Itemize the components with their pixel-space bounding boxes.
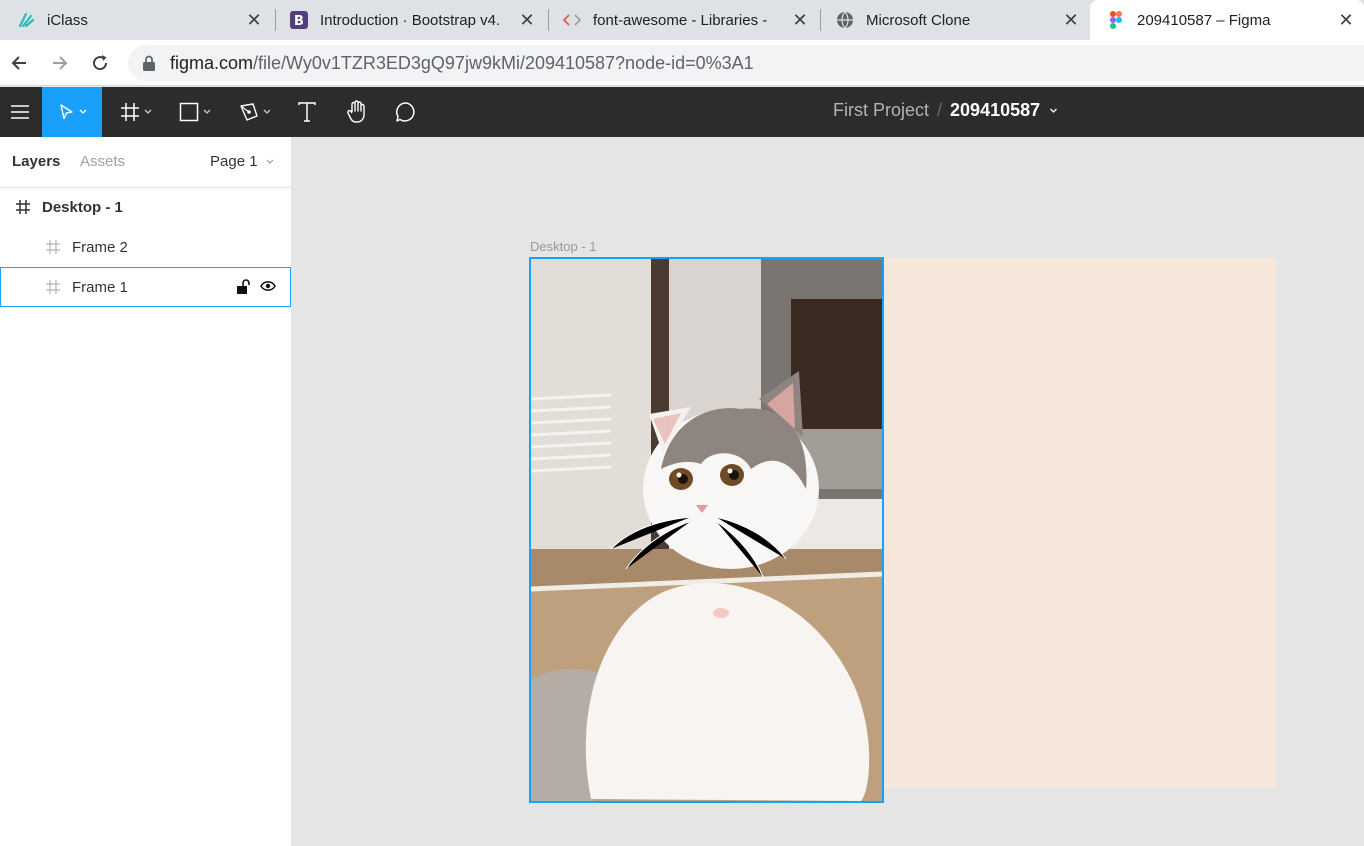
panel-tabs: Layers Assets Page 1: [0, 137, 291, 188]
lock-icon: [143, 55, 155, 71]
browser-tab-figma[interactable]: 209410587 – Figma ✕: [1090, 0, 1364, 40]
frame-1-cat-photo[interactable]: [529, 257, 884, 803]
tab-title: Microsoft Clone: [866, 11, 971, 29]
rectangle-icon: [179, 102, 199, 122]
browser-toolbar: figma.com/file/Wy0v1TZR3ED3gQ97jw9kMi/20…: [0, 40, 1364, 86]
globe-icon: [836, 11, 854, 29]
close-icon[interactable]: ✕: [517, 10, 537, 30]
chevron-down-icon: [79, 109, 87, 114]
figma-icon: [1107, 11, 1125, 29]
url-text: figma.com/file/Wy0v1TZR3ED3gQ97jw9kMi/20…: [170, 53, 754, 74]
svg-text:B: B: [294, 14, 304, 29]
url-host: figma.com: [170, 53, 254, 73]
main-menu-button[interactable]: [0, 87, 40, 137]
layer-name: Frame 2: [72, 238, 128, 256]
browser-tab-bootstrap[interactable]: B Introduction · Bootstrap v4. ✕: [273, 0, 545, 40]
tab-assets[interactable]: Assets: [80, 153, 125, 170]
frame-icon: [121, 103, 139, 121]
chevron-down-icon[interactable]: [1049, 108, 1058, 114]
menu-icon: [11, 105, 29, 119]
reload-button[interactable]: [88, 51, 112, 75]
browser-tab-font-awesome[interactable]: font-awesome - Libraries - ✕: [546, 0, 818, 40]
layers-panel: Layers Assets Page 1 Desktop - 1 Frame 2…: [0, 137, 292, 846]
project-name[interactable]: First Project: [833, 100, 929, 120]
forward-button[interactable]: [48, 51, 72, 75]
arrow-right-icon: [53, 56, 68, 70]
frame-icon: [46, 280, 60, 294]
text-icon: [298, 102, 316, 122]
bootstrap-icon: B: [290, 11, 308, 29]
code-icon: [563, 11, 581, 29]
layer-row-frame-2[interactable]: Frame 2: [0, 227, 291, 267]
hand-tool-button[interactable]: [338, 87, 376, 137]
chevron-down-icon: [266, 159, 274, 164]
page-selector-label: Page 1: [210, 153, 258, 170]
arrow-left-icon: [11, 56, 26, 70]
chevron-down-icon: [144, 109, 152, 114]
comment-icon: [396, 102, 415, 122]
frame-icon: [16, 200, 30, 214]
move-tool-button[interactable]: [42, 87, 102, 137]
close-icon[interactable]: ✕: [1061, 10, 1081, 30]
iclass-icon: [17, 11, 35, 29]
page-selector[interactable]: Page 1: [210, 153, 274, 170]
url-path: /file/Wy0v1TZR3ED3gQ97jw9kMi/209410587?n…: [253, 53, 754, 73]
text-tool-button[interactable]: [290, 87, 324, 137]
chevron-down-icon: [263, 109, 271, 114]
tab-title: iClass: [47, 11, 88, 29]
tab-title: font-awesome - Libraries -: [593, 11, 768, 29]
tab-title: Introduction · Bootstrap v4.: [320, 11, 500, 29]
reload-icon: [93, 55, 108, 71]
frame-tool-button[interactable]: [112, 87, 160, 137]
layer-name: Desktop - 1: [42, 198, 123, 216]
file-breadcrumb[interactable]: First Project / 209410587: [833, 100, 1058, 121]
unlock-icon[interactable]: [236, 279, 250, 295]
close-icon[interactable]: ✕: [1336, 10, 1356, 30]
cat-photo: [531, 259, 882, 801]
figma-toolbar: First Project / 209410587: [0, 87, 1364, 137]
layer-name: Frame 1: [72, 278, 128, 296]
shape-tool-button[interactable]: [170, 87, 220, 137]
hand-icon: [347, 100, 365, 123]
browser-tab-strip: iClass ✕ B Introduction · Bootstrap v4. …: [0, 0, 1364, 40]
frame-icon: [46, 240, 60, 254]
browser-tab-microsoft-clone[interactable]: Microsoft Clone ✕: [819, 0, 1089, 40]
back-button[interactable]: [7, 51, 31, 75]
close-icon[interactable]: ✕: [244, 10, 264, 30]
pen-tool-button[interactable]: [230, 87, 280, 137]
pen-icon: [240, 103, 258, 121]
design-canvas[interactable]: Desktop - 1: [292, 137, 1364, 846]
layer-row-frame-1[interactable]: Frame 1: [0, 267, 291, 307]
cursor-icon: [60, 104, 73, 120]
close-icon[interactable]: ✕: [790, 10, 810, 30]
eye-icon[interactable]: [260, 280, 276, 292]
address-bar[interactable]: figma.com/file/Wy0v1TZR3ED3gQ97jw9kMi/20…: [128, 45, 1364, 81]
comment-tool-button[interactable]: [390, 87, 422, 137]
file-name[interactable]: 209410587: [950, 100, 1040, 120]
chevron-down-icon: [203, 109, 211, 114]
tab-layers[interactable]: Layers: [12, 153, 60, 170]
browser-tab-iclass[interactable]: iClass ✕: [0, 0, 272, 40]
breadcrumb-separator: /: [937, 100, 943, 120]
frame-label[interactable]: Desktop - 1: [530, 239, 596, 254]
layer-row-desktop-1[interactable]: Desktop - 1: [0, 187, 291, 227]
tab-title: 209410587 – Figma: [1137, 11, 1271, 29]
